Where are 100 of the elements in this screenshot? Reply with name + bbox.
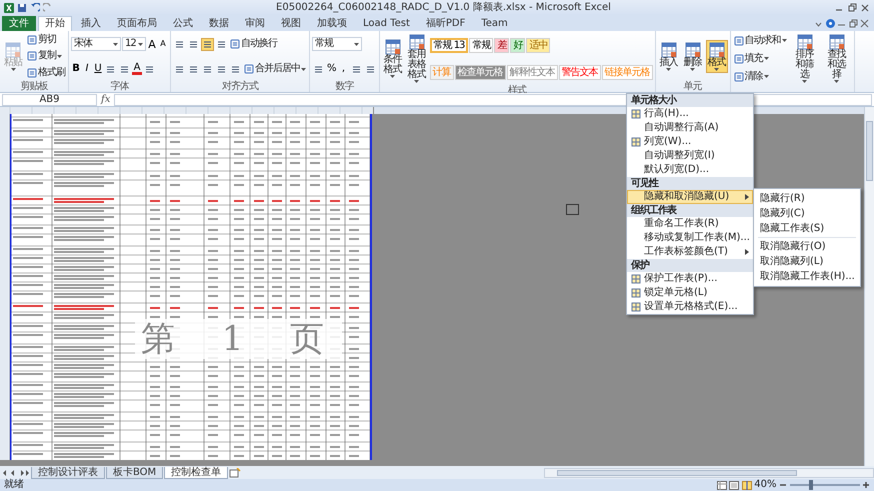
menu-item[interactable]: 重命名工作表(R) <box>627 217 753 231</box>
format-button[interactable]: I <box>82 63 92 76</box>
lines-icon <box>174 64 185 74</box>
caret-icon <box>301 68 306 70</box>
cell-style[interactable]: 常规 13 <box>430 38 468 52</box>
dropdown-field[interactable]: 常规 <box>312 37 362 52</box>
caret-icon <box>714 68 720 71</box>
menu-item[interactable]: 行高(H)... <box>627 107 753 121</box>
ribbon-button[interactable]: 剪切 <box>26 34 57 46</box>
menu-item[interactable]: 隐藏工作表(S) <box>754 221 860 236</box>
submenu-arrow-icon <box>745 194 749 200</box>
vertical-scrollbar[interactable] <box>864 107 874 466</box>
ribbon-tab[interactable]: Team <box>474 16 515 31</box>
close-icon[interactable] <box>860 2 870 12</box>
cell-style[interactable]: 常规 <box>469 38 494 52</box>
function-label[interactable]: fx <box>101 94 110 106</box>
ribbon-button[interactable]: 排序和筛选 <box>790 32 820 85</box>
ribbon-button[interactable]: 填充 <box>732 52 770 64</box>
group-label: 数字 <box>334 81 355 92</box>
sheet-tab[interactable]: 板卡BOM <box>106 466 164 478</box>
ribbon-button[interactable]: 套用表格格式 <box>406 32 428 85</box>
format-button[interactable]: B <box>71 63 81 76</box>
format-button[interactable]: U <box>93 63 103 76</box>
cell-style[interactable]: 好 <box>510 38 526 52</box>
menu-item[interactable]: 工作表标签颜色(T) <box>627 245 753 259</box>
dropdown-field[interactable]: 宋体 <box>71 37 121 52</box>
lines-icon <box>313 64 324 75</box>
menu-item[interactable]: 取消隐藏列(L) <box>754 254 860 269</box>
restore-icon[interactable] <box>847 2 857 12</box>
menu-item[interactable]: 取消隐藏工作表(H)... <box>754 269 860 284</box>
cell-icon <box>630 302 640 312</box>
ribbon-button[interactable]: 复制 <box>26 50 63 62</box>
ribbon-button[interactable]: 自动换行 <box>229 38 278 50</box>
cell-style[interactable]: 适中 <box>526 38 550 52</box>
caret-icon <box>113 42 118 46</box>
zoom-in-icon[interactable] <box>862 481 870 489</box>
ribbon-button[interactable]: 格式 <box>706 40 728 73</box>
cell-style[interactable]: 解释性文本 <box>506 64 558 80</box>
new-sheet-icon[interactable] <box>229 468 242 478</box>
ribbon-tab[interactable]: Load Test <box>356 16 417 31</box>
cell-style[interactable]: 差 <box>494 38 510 52</box>
status-text: 就绪 <box>4 479 24 491</box>
format-button[interactable]: % <box>326 63 338 76</box>
cell-selection-icon <box>566 204 579 215</box>
menu-item[interactable]: 锁定单元格(L) <box>627 286 753 300</box>
menu-item[interactable]: 设置单元格格式(E)... <box>627 300 753 314</box>
undo-icon[interactable] <box>30 2 40 12</box>
cell-icon <box>630 288 640 298</box>
ribbon-button[interactable]: 格式刷 <box>26 67 66 80</box>
ribbon-button[interactable]: 查找和选择 <box>822 32 852 85</box>
menu-item[interactable]: 移动或复制工作表(M)... <box>627 231 753 245</box>
format-button[interactable]: A <box>158 39 168 50</box>
format-button[interactable]: A <box>147 38 157 51</box>
ribbon-tab[interactable]: 公式 <box>166 16 200 31</box>
ribbon-tab[interactable]: 页面布局 <box>110 16 164 31</box>
menu-item[interactable]: 列宽(W)... <box>627 135 753 149</box>
restore-icon[interactable] <box>848 18 858 28</box>
ribbon-tab[interactable]: 审阅 <box>238 16 272 31</box>
ribbon-button[interactable]: 删除 <box>682 40 704 73</box>
caret-icon <box>802 80 808 83</box>
menu-item[interactable]: 隐藏列(C) <box>754 206 860 221</box>
file-tab[interactable]: 文件 <box>2 16 36 31</box>
ribbon-button[interactable]: 条件格式 <box>382 37 404 80</box>
menu-header: 可见性 <box>627 177 753 190</box>
menu-item[interactable]: 默认列宽(D)... <box>627 163 753 177</box>
menu-item[interactable]: 取消隐藏行(O) <box>754 239 860 254</box>
format-button[interactable]: , <box>338 63 349 76</box>
zoom-slider-thumb[interactable] <box>809 480 814 490</box>
page-layout-icon[interactable] <box>729 480 740 490</box>
name-box[interactable]: AB9 <box>2 94 97 106</box>
ribbon-tab[interactable]: 加载项 <box>310 16 354 31</box>
horizontal-scrollbar[interactable] <box>544 468 874 478</box>
page-break-view-icon[interactable] <box>742 480 752 490</box>
sheet-tab[interactable]: 控制设计评表 <box>31 466 105 478</box>
ribbon-tab[interactable]: 开始 <box>38 16 72 31</box>
sheet-navigation-icon[interactable] <box>2 468 30 476</box>
ribbon-tab[interactable]: 插入 <box>74 16 108 31</box>
ribbon-button[interactable]: 插入 <box>658 40 680 73</box>
menu-item[interactable]: 隐藏行(R) <box>754 191 860 206</box>
ribbon-button[interactable]: 自动求和 <box>732 34 788 46</box>
menu-item[interactable]: 自动调整行高(A) <box>627 121 753 135</box>
format-button[interactable]: A <box>132 63 142 76</box>
menu-item[interactable]: 自动调整列宽(I) <box>627 149 753 163</box>
save-icon[interactable] <box>17 2 27 12</box>
sheet-tab[interactable]: 控制检查单 <box>164 466 228 478</box>
close-icon[interactable] <box>860 18 869 28</box>
cell-style[interactable]: 警告文本 <box>558 64 601 80</box>
ribbon-tab[interactable]: 数据 <box>202 16 236 31</box>
ribbon-tab[interactable]: 福昕PDF <box>418 16 472 31</box>
lines-icon <box>216 64 227 74</box>
align-button[interactable] <box>201 38 214 50</box>
menu-item[interactable]: 保护工作表(P)... <box>627 272 753 286</box>
ribbon-tab[interactable]: 视图 <box>274 16 308 31</box>
zoom-level[interactable]: 40% <box>754 479 776 491</box>
normal-view-icon[interactable] <box>716 480 727 490</box>
ribbon-button[interactable]: 合并后居中 <box>243 63 307 75</box>
dropdown-field[interactable]: 12 <box>122 37 146 52</box>
ribbon-button[interactable]: 清除 <box>732 70 770 82</box>
help-icon[interactable] <box>826 18 834 28</box>
menu-item[interactable]: 隐藏和取消隐藏(U) <box>627 190 753 204</box>
